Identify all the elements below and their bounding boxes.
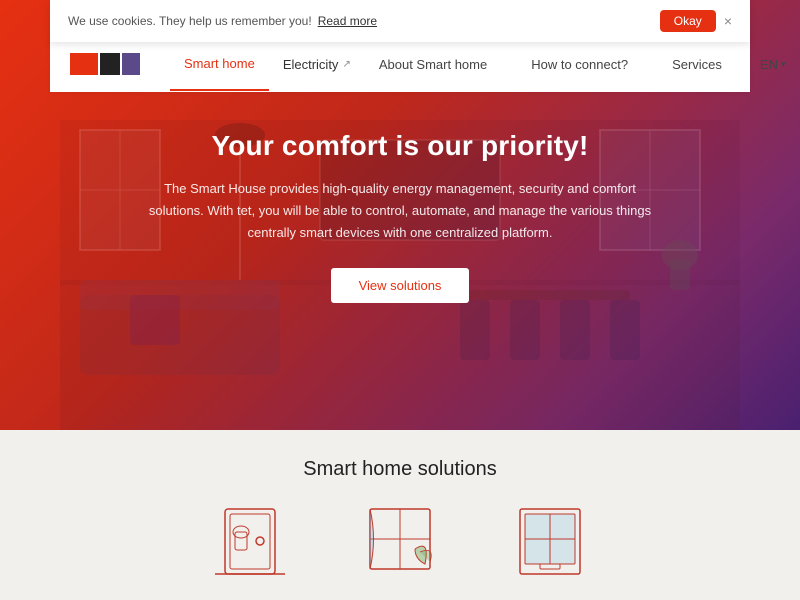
chevron-down-icon: ▾ [781, 59, 786, 70]
view-solutions-button[interactable]: View solutions [331, 268, 470, 303]
cookie-banner: We use cookies. They help us remember yo… [50, 0, 750, 42]
logo-dark-block [100, 53, 120, 75]
solution-illustrations [205, 501, 595, 581]
nav-item-how-to[interactable]: How to connect? [517, 39, 642, 90]
language-selector[interactable]: EN ▾ [752, 53, 794, 76]
hero-title: Your comfort is our priority! [140, 130, 660, 162]
logo-red-block [70, 53, 98, 75]
hero-subtitle: The Smart House provides high-quality en… [140, 178, 660, 244]
nav-item-electricity[interactable]: Electricity ↗ [269, 39, 365, 90]
nav-main: Smart home Electricity ↗ [170, 38, 365, 91]
logo-purple-block [122, 53, 140, 75]
cookie-message: We use cookies. They help us remember yo… [68, 14, 312, 28]
navbar: Smart home Electricity ↗ About Smart hom… [50, 36, 750, 92]
logo[interactable] [70, 53, 140, 75]
nav-right: About Smart home How to connect? Service… [365, 39, 794, 90]
illustration-smart-window [505, 501, 595, 581]
external-link-icon: ↗ [342, 59, 350, 70]
illustration-window [355, 501, 445, 581]
illustration-door [205, 501, 295, 581]
cookie-close-button[interactable]: × [724, 13, 732, 29]
bottom-section: Smart home solutions [0, 430, 800, 600]
nav-item-about[interactable]: About Smart home [365, 39, 501, 90]
bottom-section-title: Smart home solutions [303, 458, 496, 481]
hero-content: Your comfort is our priority! The Smart … [140, 130, 660, 303]
cookie-text: We use cookies. They help us remember yo… [68, 14, 377, 28]
cookie-read-more-link[interactable]: Read more [318, 14, 377, 28]
cookie-actions: Okay × [660, 10, 732, 32]
nav-item-smart-home[interactable]: Smart home [170, 38, 269, 91]
nav-item-services[interactable]: Services [658, 39, 736, 90]
cookie-ok-button[interactable]: Okay [660, 10, 716, 32]
